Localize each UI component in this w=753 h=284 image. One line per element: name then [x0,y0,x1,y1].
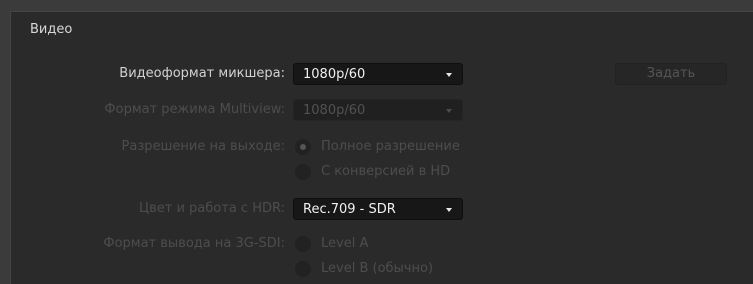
sdi-output-label: Формат вывода на 3G-SDI: [103,236,285,251]
radio-level-b-label: Level B (обычно) [321,261,434,276]
set-button[interactable]: Задать [615,63,727,85]
multiview-format-select[interactable]: 1080p/60 [293,99,463,121]
multiview-format-value: 1080p/60 [303,103,366,118]
section-title: Видео [30,22,73,37]
output-resolution-label: Разрешение на выходе: [121,139,285,154]
radio-selected-dot [300,144,306,150]
hdr-select[interactable]: Rec.709 - SDR [293,198,463,220]
radio-full-resolution[interactable] [295,139,311,155]
mixer-format-value: 1080p/60 [303,67,366,82]
multiview-format-label: Формат режима Multiview: [104,102,285,117]
radio-level-a[interactable] [295,236,311,252]
radio-full-resolution-label: Полное разрешение [321,139,460,154]
chevron-down-icon [446,73,452,77]
hdr-value: Rec.709 - SDR [303,202,396,217]
radio-hd-conversion[interactable] [295,164,311,180]
mixer-format-select[interactable]: 1080p/60 [293,63,463,85]
radio-level-b[interactable] [295,261,311,277]
hdr-label: Цвет и работа с HDR: [139,201,285,216]
radio-level-a-label: Level A [321,236,369,251]
radio-hd-conversion-label: С конверсией в HD [321,164,451,179]
chevron-down-icon [446,109,452,113]
mixer-format-label: Видеоформат микшера: [119,66,285,81]
chevron-down-icon [446,208,452,212]
